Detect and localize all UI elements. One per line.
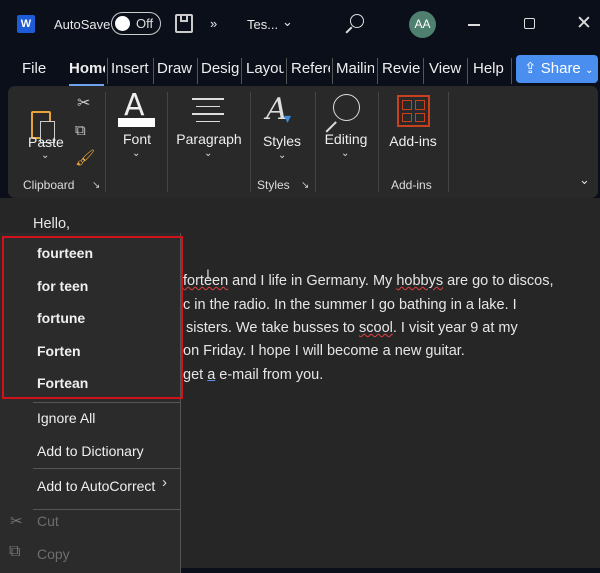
copy-icon: ⧉ (9, 543, 21, 560)
doc-line-3: sisters. We take busses to scool. I visi… (186, 320, 518, 336)
chevron-right-icon: › (162, 474, 167, 491)
misspelled-word[interactable]: hobbys (396, 273, 443, 289)
tab-insert[interactable]: Insert (111, 60, 150, 82)
suggestion-item[interactable]: fourteen (37, 245, 93, 261)
copy-item[interactable]: Copy (37, 546, 70, 562)
paragraph-button[interactable]: Paragraph (175, 131, 243, 147)
misspelled-word[interactable]: scool (359, 320, 393, 336)
share-icon: ⇪ (524, 60, 537, 77)
search-icon-handle (345, 26, 353, 34)
editing-chevron-icon[interactable]: ⌄ (341, 148, 349, 159)
doc-line-4: on Friday. I hope I will become a new gu… (183, 343, 465, 359)
autosave-toggle[interactable]: Off (111, 12, 161, 35)
collapse-ribbon-icon[interactable]: ⌄ (579, 172, 590, 188)
font-color-bar (118, 118, 155, 127)
paragraph-chevron-icon[interactable]: ⌄ (204, 148, 212, 159)
word-logo-icon: W (17, 15, 35, 33)
minimize-button[interactable] (468, 24, 480, 26)
editing-button[interactable]: Editing (322, 131, 370, 147)
paste-button[interactable]: Paste (28, 134, 64, 150)
font-chevron-icon[interactable]: ⌄ (132, 148, 140, 159)
styles-chevron-icon[interactable]: ⌄ (278, 150, 286, 161)
maximize-button[interactable] (524, 18, 535, 29)
chevron-down-icon[interactable]: ⌄ (282, 14, 293, 30)
tab-view[interactable]: View (429, 60, 465, 82)
suggestion-item[interactable]: fortune (37, 310, 85, 326)
font-button[interactable]: Font (115, 131, 159, 147)
suggestion-item[interactable]: Forten (37, 343, 81, 359)
share-button[interactable]: ⇪ Share ⌄ (516, 55, 598, 83)
cut-item[interactable]: Cut (37, 513, 59, 529)
tab-references[interactable]: References (291, 60, 330, 82)
cut-icon[interactable]: ✂ (77, 93, 90, 113)
document-title[interactable]: Tes... (247, 17, 278, 32)
styles-button[interactable]: Styles (260, 133, 304, 149)
dialog-launcher-icon[interactable]: ↘ (301, 180, 309, 191)
editing-search-icon[interactable] (333, 94, 360, 121)
text-cursor-icon: I (206, 266, 210, 282)
doc-line-5: get a e-mail from you. (183, 367, 324, 383)
tab-layout[interactable]: Layout (246, 60, 284, 82)
suggestion-item[interactable]: for teen (37, 278, 88, 294)
add-to-autocorrect-item[interactable]: Add to AutoCorrect (37, 478, 155, 494)
toggle-state: Off (136, 16, 154, 31)
chevron-down-icon: ⌄ (584, 65, 594, 76)
copy-icon[interactable]: ⧉ (75, 122, 86, 139)
doc-line-2: c in the radio. In the summer I go bathi… (183, 297, 517, 313)
close-button[interactable]: ✕ (576, 12, 592, 35)
addins-button[interactable]: Add-ins (386, 133, 440, 149)
paragraph-icon[interactable] (192, 98, 224, 122)
styles-group-label: Styles (257, 178, 290, 192)
ignore-all-item[interactable]: Ignore All (37, 410, 95, 426)
suggestion-item[interactable]: Fortean (37, 375, 88, 391)
tab-mailings[interactable]: Mailings (336, 60, 374, 82)
tab-file[interactable]: File (22, 60, 52, 82)
addins-group-label: Add-ins (391, 178, 432, 192)
cut-icon: ✂ (10, 513, 23, 530)
addins-icon[interactable] (397, 95, 430, 127)
share-label: Share (540, 60, 581, 77)
clipboard-group-label: Clipboard (23, 178, 75, 192)
save-icon[interactable] (175, 14, 193, 33)
tab-draw[interactable]: Draw (157, 60, 195, 82)
greeting-text: Hello, (33, 216, 71, 232)
avatar[interactable]: AA (409, 11, 436, 38)
styles-brush-icon: ▾ (284, 110, 292, 126)
search-icon[interactable] (350, 14, 364, 28)
tab-home[interactable]: Home (69, 60, 105, 82)
paste-chevron-icon[interactable]: ⌄ (41, 150, 49, 161)
dialog-launcher-icon[interactable]: ↘ (92, 180, 100, 191)
add-to-dictionary-item[interactable]: Add to Dictionary (37, 443, 144, 459)
doc-line-1: forteen and I life in Germany. My hobbys… (183, 273, 554, 289)
tab-design[interactable]: Design (201, 60, 239, 82)
tab-review[interactable]: Review (382, 60, 420, 82)
more-commands-button[interactable]: » (210, 16, 217, 31)
autosave-label: AutoSave (54, 17, 111, 32)
tab-help[interactable]: Help (473, 60, 509, 82)
format-painter-icon[interactable]: 🖌 (75, 148, 95, 168)
